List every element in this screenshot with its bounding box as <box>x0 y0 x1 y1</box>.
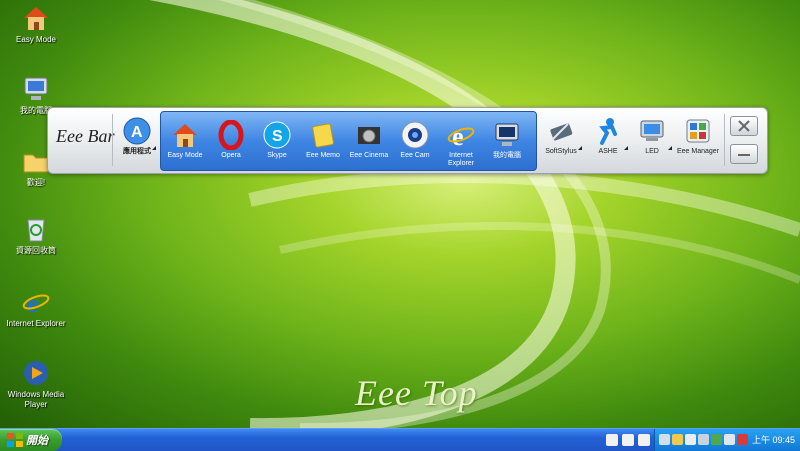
memo-icon <box>308 120 338 150</box>
minimize-icon <box>738 154 750 156</box>
desktop-icon-internet-explorer[interactable]: e Internet Explorer <box>0 287 72 329</box>
launcher-label: Eee Cam <box>400 152 430 159</box>
tool-ashe[interactable]: ASHE <box>586 112 630 170</box>
desktop-icon-label: 歡迎! <box>26 178 46 187</box>
apps-menu-button[interactable]: A 應用程式 <box>116 112 158 170</box>
opera-icon <box>216 119 246 151</box>
svg-text:e: e <box>452 122 464 150</box>
dropdown-arrow-icon <box>624 146 628 150</box>
tray-toggle-icon[interactable] <box>638 434 650 446</box>
start-label: 開始 <box>26 435 48 447</box>
wallpaper-swooshes <box>149 0 800 428</box>
windows-logo-icon <box>7 433 23 447</box>
shield-icon[interactable] <box>672 434 683 445</box>
recycle-bin-icon <box>21 214 51 244</box>
desktop-icon-easy-mode[interactable]: Easy Mode <box>0 3 72 45</box>
launcher-eee-memo[interactable]: Eee Memo <box>301 116 345 174</box>
manager-icon <box>683 116 713 146</box>
dropdown-arrow-icon <box>152 146 156 150</box>
system-tray: 上午 09:45 <box>654 429 800 451</box>
desktop: Easy Mode 我的電腦 歡迎! 資源回收筒 e Internet Expl… <box>0 0 800 428</box>
keyboard-icon[interactable] <box>606 434 618 446</box>
house-icon <box>170 120 200 150</box>
tool-softstylus[interactable]: SoftStylus <box>538 112 584 170</box>
tools-icon[interactable] <box>659 434 670 445</box>
launcher-my-computer[interactable]: 我的電腦 <box>485 116 529 174</box>
media-player-icon <box>21 358 51 388</box>
launcher-label: Skype <box>267 152 287 159</box>
start-button[interactable]: 開始 <box>0 429 62 451</box>
help-icon[interactable] <box>622 434 634 446</box>
launcher-easy-mode[interactable]: Easy Mode <box>163 116 207 174</box>
apps-menu-icon: A <box>122 116 152 146</box>
network-icon[interactable] <box>685 434 696 445</box>
launcher-label: Easy Mode <box>167 152 203 159</box>
desktop-icon-label: Internet Explorer <box>6 319 66 328</box>
launcher-eee-cam[interactable]: Eee Cam <box>393 116 437 174</box>
desktop-icon-media-player[interactable]: Windows Media Player <box>0 358 72 410</box>
computer-icon <box>492 120 522 150</box>
launcher-label: Internet Explorer <box>447 152 475 167</box>
tool-led[interactable]: LED <box>630 112 674 170</box>
house-icon <box>21 3 51 33</box>
launcher-label: Eee Cinema <box>349 152 389 159</box>
led-icon <box>637 116 667 146</box>
divider <box>724 114 725 166</box>
launcher-label: Opera <box>221 152 241 159</box>
tool-eee-manager[interactable]: Eee Manager <box>676 112 720 170</box>
internet-explorer-icon: e <box>21 287 51 318</box>
dropdown-arrow-icon <box>668 146 672 150</box>
desktop-icon-label: 資源回收筒 <box>16 246 56 255</box>
taskbar: 開始 上午 09:45 <box>0 428 800 451</box>
close-icon <box>738 120 750 132</box>
app-launcher-group: Easy Mode Opera S Skype Eee Memo Eee Cin… <box>160 111 537 171</box>
eee-bar: Eee Bar A 應用程式 Easy Mode Opera S Skype E… <box>47 107 768 174</box>
watermark: Eee Top <box>355 373 478 413</box>
security-alert-icon[interactable] <box>737 434 748 445</box>
volume-icon[interactable] <box>698 434 709 445</box>
launcher-skype[interactable]: S Skype <box>255 116 299 174</box>
dropdown-arrow-icon <box>578 146 582 150</box>
eee-bar-logo: Eee Bar <box>56 126 115 146</box>
cinema-icon <box>354 120 384 150</box>
display-icon[interactable] <box>724 434 735 445</box>
clock[interactable]: 上午 09:45 <box>752 433 795 446</box>
stylus-icon <box>546 116 576 146</box>
computer-icon <box>21 74 51 104</box>
minimize-button[interactable] <box>730 144 758 164</box>
ashe-icon <box>593 116 623 146</box>
launcher-label: 我的電腦 <box>493 152 521 159</box>
close-button[interactable] <box>730 116 758 136</box>
desktop-icon-recycle-bin[interactable]: 資源回收筒 <box>0 214 72 256</box>
launcher-eee-cinema[interactable]: Eee Cinema <box>347 116 391 174</box>
launcher-internet-explorer[interactable]: e Internet Explorer <box>439 116 483 174</box>
svg-text:A: A <box>131 124 143 141</box>
internet-explorer-icon: e <box>446 120 476 151</box>
svg-text:e: e <box>27 289 39 317</box>
tool-label: Eee Manager <box>676 148 720 155</box>
svg-text:S: S <box>272 128 283 145</box>
power-icon[interactable] <box>711 434 722 445</box>
launcher-label: Eee Memo <box>306 152 340 159</box>
camera-icon <box>400 120 430 150</box>
launcher-opera[interactable]: Opera <box>209 116 253 174</box>
desktop-icon-label: Windows Media Player <box>7 390 65 409</box>
divider <box>112 114 113 166</box>
desktop-icon-label: Easy Mode <box>15 35 57 44</box>
skype-icon: S <box>262 120 292 150</box>
